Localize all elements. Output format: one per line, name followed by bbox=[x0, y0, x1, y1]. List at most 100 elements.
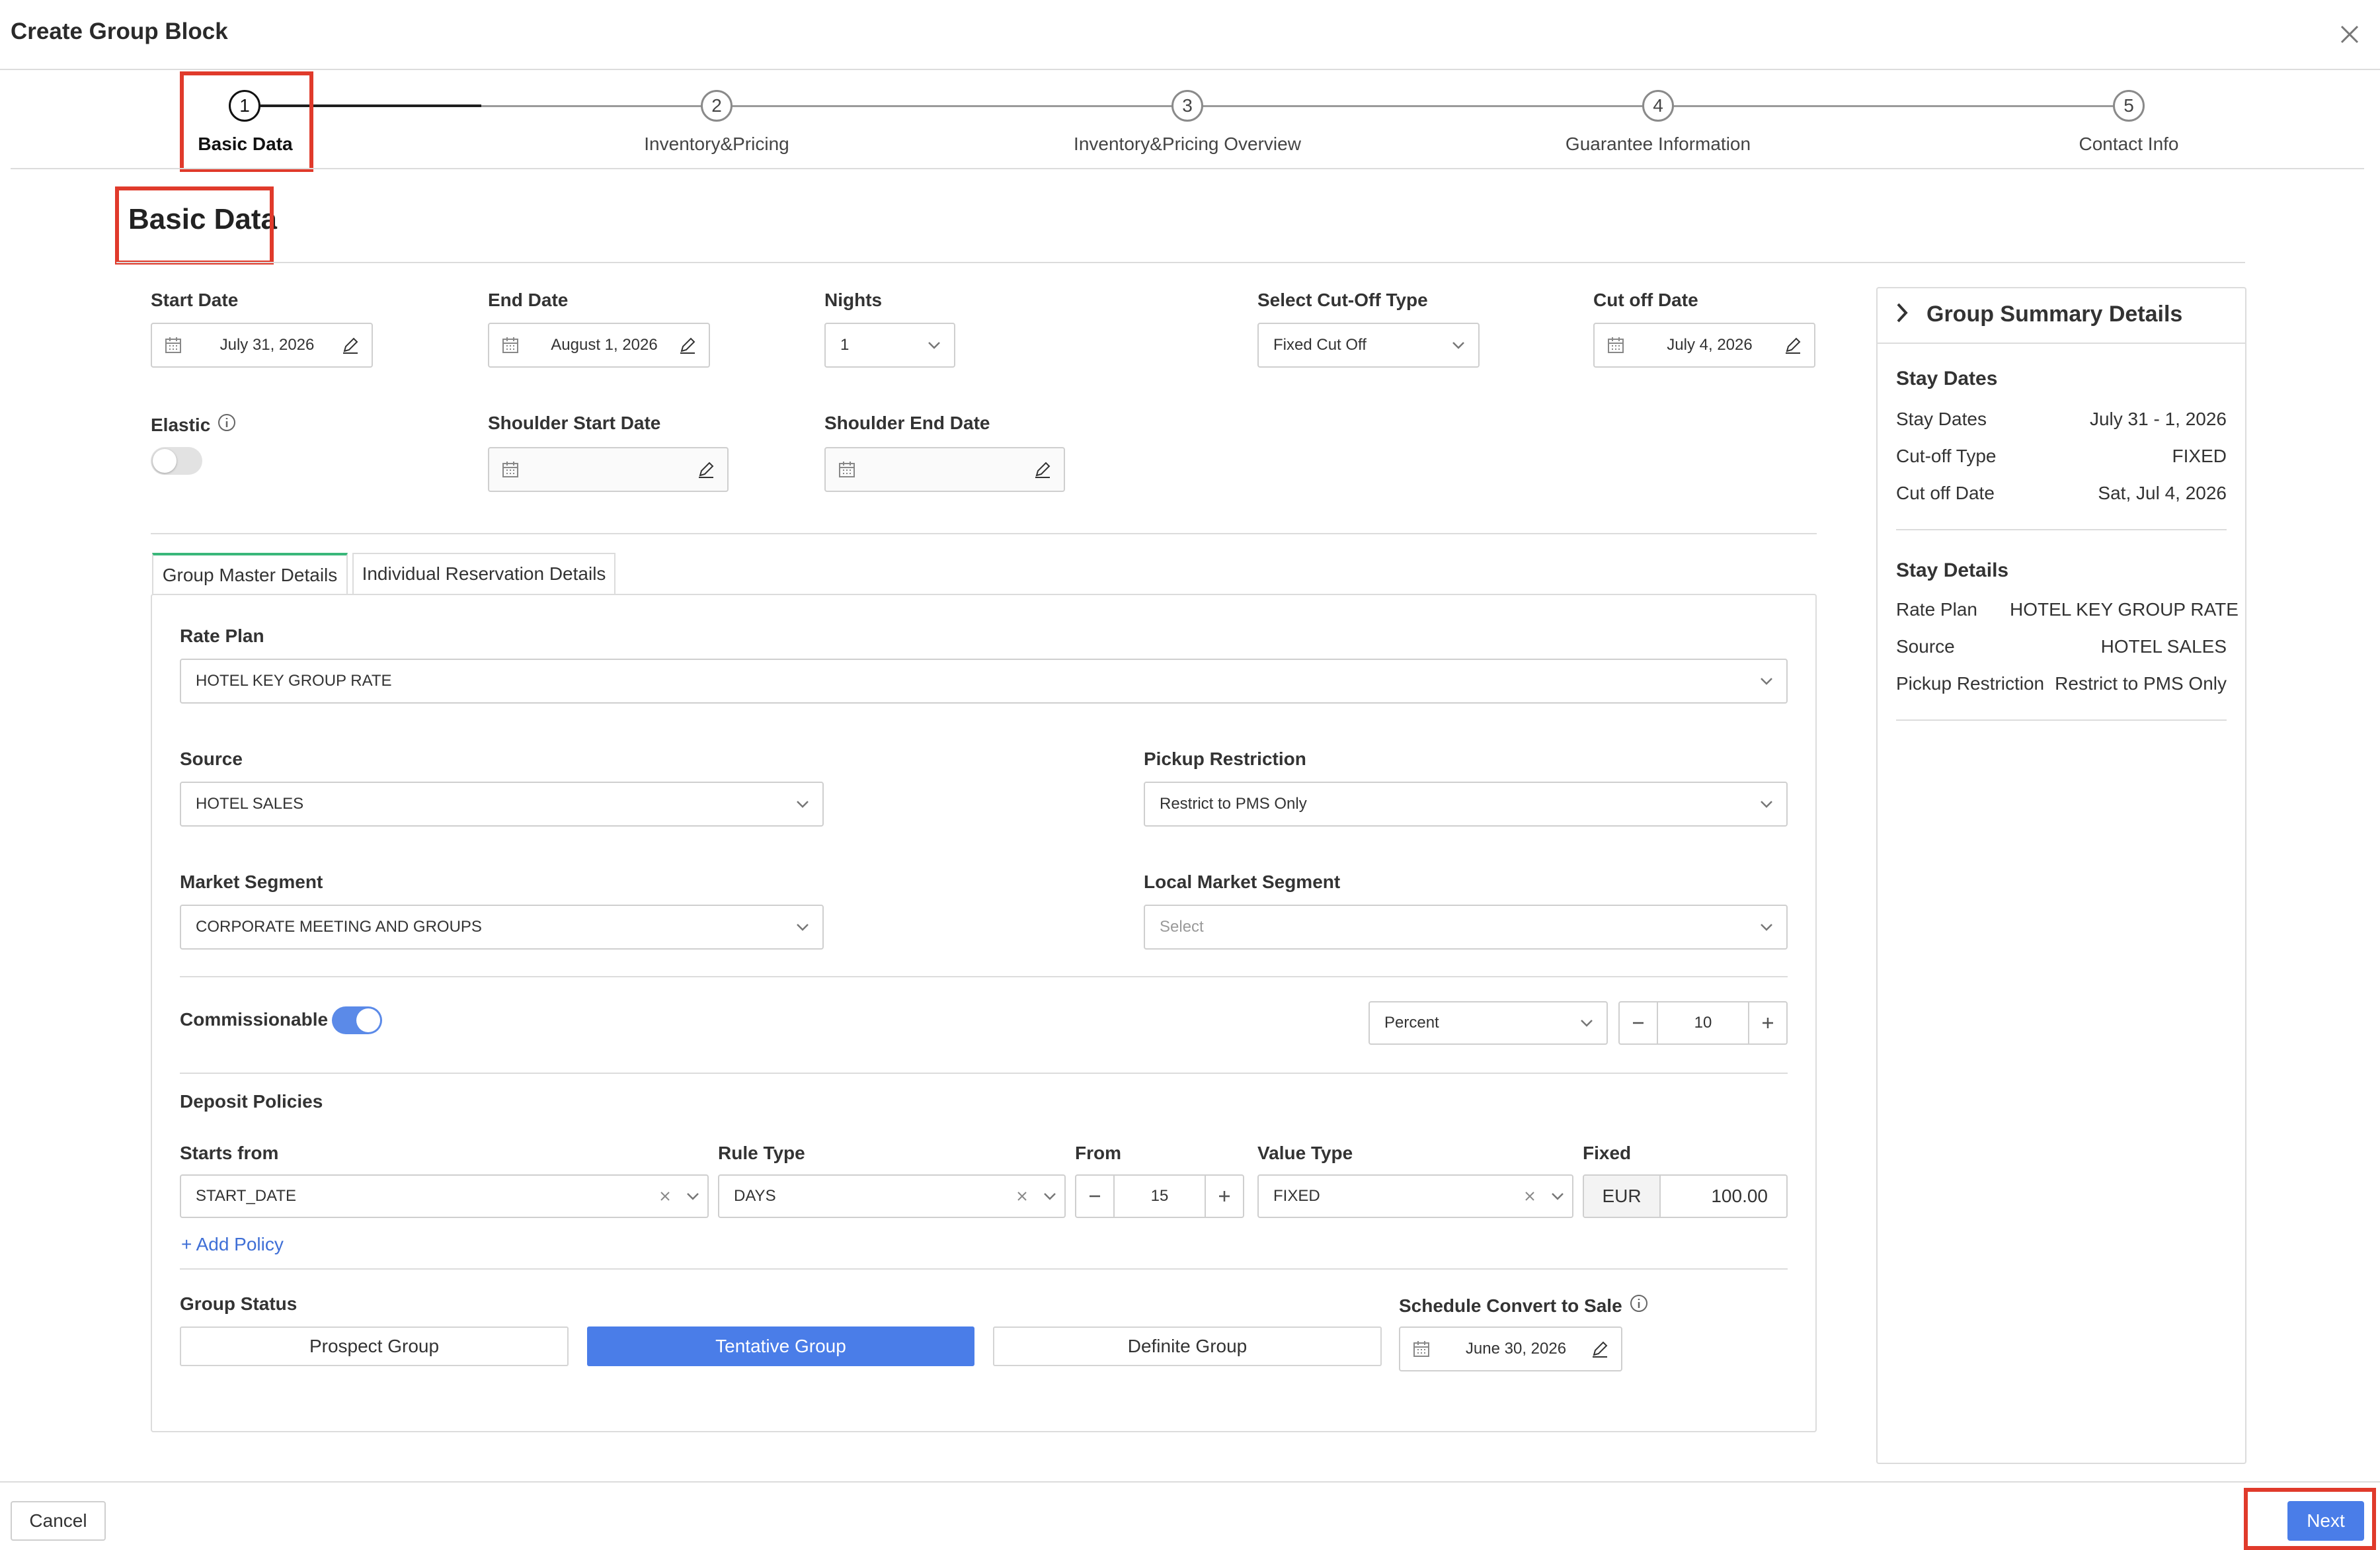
highlight-next-button bbox=[2244, 1488, 2376, 1550]
prospect-group-button[interactable]: Prospect Group bbox=[180, 1326, 569, 1366]
calendar-icon bbox=[1400, 1340, 1443, 1358]
add-policy-link[interactable]: + Add Policy bbox=[181, 1234, 284, 1255]
market-segment-label: Market Segment bbox=[180, 872, 323, 892]
rule-type-select[interactable]: DAYS bbox=[718, 1174, 1066, 1218]
convert-date-value: June 30, 2026 bbox=[1465, 1340, 1567, 1358]
info-icon[interactable] bbox=[217, 413, 237, 437]
elastic-label-row: Elastic bbox=[151, 413, 237, 437]
tentative-group-button[interactable]: Tentative Group bbox=[587, 1326, 974, 1366]
step-4-circle[interactable]: 4 bbox=[1642, 90, 1674, 122]
shoulder-start-field[interactable] bbox=[488, 447, 729, 492]
pickup-select[interactable]: Restrict to PMS Only bbox=[1144, 782, 1788, 827]
clear-icon[interactable] bbox=[652, 1190, 678, 1203]
step-3-circle[interactable]: 3 bbox=[1171, 90, 1203, 122]
from-value[interactable]: 15 bbox=[1115, 1187, 1205, 1205]
end-date-label: End Date bbox=[488, 290, 569, 310]
summary-row-value: Sat, Jul 4, 2026 bbox=[2098, 483, 2227, 503]
chevron-down-icon bbox=[783, 922, 822, 932]
commission-stepper[interactable]: 10 bbox=[1618, 1001, 1788, 1045]
definite-group-button[interactable]: Definite Group bbox=[993, 1326, 1382, 1366]
chevron-right-icon[interactable] bbox=[1895, 302, 1909, 327]
calendar-icon bbox=[152, 336, 194, 354]
market-segment-select[interactable]: CORPORATE MEETING AND GROUPS bbox=[180, 905, 824, 950]
value-type-select[interactable]: FIXED bbox=[1257, 1174, 1573, 1218]
section-divider bbox=[116, 262, 2245, 263]
market-segment-value: CORPORATE MEETING AND GROUPS bbox=[196, 918, 482, 936]
fixed-amount-value[interactable]: 100.00 bbox=[1661, 1186, 1786, 1207]
plus-icon[interactable] bbox=[1748, 1002, 1786, 1043]
edit-icon[interactable] bbox=[1772, 335, 1814, 355]
step-2-circle[interactable]: 2 bbox=[701, 90, 733, 122]
edit-icon[interactable] bbox=[1021, 460, 1064, 479]
step-3-label[interactable]: Inventory&Pricing Overview bbox=[1074, 134, 1301, 155]
start-date-field[interactable]: July 31, 2026 bbox=[151, 323, 373, 368]
minus-icon[interactable] bbox=[1076, 1176, 1115, 1217]
summary-title: Group Summary Details bbox=[1926, 302, 2183, 327]
close-icon[interactable] bbox=[2334, 19, 2365, 50]
step-2-label[interactable]: Inventory&Pricing bbox=[644, 134, 789, 155]
master-divider-1 bbox=[180, 976, 1788, 977]
edit-icon[interactable] bbox=[329, 335, 372, 355]
nights-select[interactable]: 1 bbox=[824, 323, 955, 368]
step-5-circle[interactable]: 5 bbox=[2113, 90, 2145, 122]
summary-divider bbox=[1896, 529, 2227, 530]
shoulder-end-label: Shoulder End Date bbox=[824, 413, 990, 433]
stay-dates-heading: Stay Dates bbox=[1896, 368, 1998, 389]
starts-from-label: Starts from bbox=[180, 1143, 279, 1163]
clear-icon[interactable] bbox=[1517, 1190, 1543, 1203]
chevron-down-icon bbox=[1439, 341, 1478, 350]
tab-group-master[interactable]: Group Master Details bbox=[152, 553, 348, 595]
chevron-down-icon bbox=[914, 341, 954, 350]
convert-label: Schedule Convert to Sale bbox=[1399, 1295, 1622, 1316]
tab-individual-reservation[interactable]: Individual Reservation Details bbox=[352, 553, 615, 594]
end-date-field[interactable]: August 1, 2026 bbox=[488, 323, 710, 368]
chevron-down-icon bbox=[1035, 1192, 1064, 1201]
summary-row-value: HOTEL KEY GROUP RATE bbox=[2010, 599, 2239, 620]
master-divider-3 bbox=[180, 1268, 1788, 1270]
highlight-step-1 bbox=[180, 71, 313, 172]
commissionable-label: Commissionable bbox=[180, 1009, 329, 1030]
elastic-toggle[interactable] bbox=[151, 447, 202, 475]
convert-date-field[interactable]: June 30, 2026 bbox=[1399, 1326, 1622, 1371]
from-label: From bbox=[1075, 1143, 1121, 1163]
cutoff-date-field[interactable]: July 4, 2026 bbox=[1593, 323, 1815, 368]
toggle-knob bbox=[153, 449, 177, 473]
info-icon[interactable] bbox=[1629, 1293, 1649, 1318]
elastic-label: Elastic bbox=[151, 414, 211, 435]
summary-divider bbox=[1896, 719, 2227, 721]
commission-amount[interactable]: 10 bbox=[1658, 1014, 1748, 1032]
summary-row-value: FIXED bbox=[2172, 446, 2227, 466]
step-5-label[interactable]: Contact Info bbox=[2079, 134, 2179, 155]
fixed-amount-field[interactable]: EUR 100.00 bbox=[1583, 1174, 1788, 1218]
toggle-knob bbox=[356, 1008, 380, 1032]
plus-icon[interactable] bbox=[1205, 1176, 1243, 1217]
local-market-select[interactable]: Select bbox=[1144, 905, 1788, 950]
minus-icon[interactable] bbox=[1620, 1002, 1658, 1043]
nights-value: 1 bbox=[840, 336, 850, 354]
edit-icon[interactable] bbox=[666, 335, 709, 355]
rate-plan-value: HOTEL KEY GROUP RATE bbox=[196, 672, 392, 690]
pickup-label: Pickup Restriction bbox=[1144, 749, 1306, 769]
shoulder-end-field[interactable] bbox=[824, 447, 1065, 492]
edit-icon[interactable] bbox=[1579, 1339, 1621, 1359]
starts-from-select[interactable]: START_DATE bbox=[180, 1174, 709, 1218]
from-stepper[interactable]: 15 bbox=[1075, 1174, 1244, 1218]
edit-icon[interactable] bbox=[685, 460, 727, 479]
summary-row-value: Restrict to PMS Only bbox=[2055, 673, 2227, 694]
value-type-label: Value Type bbox=[1257, 1143, 1353, 1163]
chevron-down-icon bbox=[1747, 922, 1786, 932]
commission-type-select[interactable]: Percent bbox=[1368, 1001, 1608, 1045]
clear-icon[interactable] bbox=[1009, 1190, 1035, 1203]
source-select[interactable]: HOTEL SALES bbox=[180, 782, 824, 827]
cancel-button[interactable]: Cancel bbox=[11, 1501, 106, 1541]
rate-plan-select[interactable]: HOTEL KEY GROUP RATE bbox=[180, 659, 1788, 704]
cutoff-type-select[interactable]: Fixed Cut Off bbox=[1257, 323, 1480, 368]
summary-row-key: Pickup Restriction bbox=[1896, 673, 2045, 694]
group-status-label: Group Status bbox=[180, 1293, 298, 1314]
deposit-policies-title: Deposit Policies bbox=[180, 1091, 323, 1112]
local-market-label: Local Market Segment bbox=[1144, 872, 1341, 892]
step-4-label[interactable]: Guarantee Information bbox=[1566, 134, 1751, 155]
commissionable-toggle[interactable] bbox=[332, 1006, 382, 1034]
rule-type-value: DAYS bbox=[734, 1187, 776, 1205]
summary-header[interactable]: Group Summary Details bbox=[1895, 302, 2182, 327]
